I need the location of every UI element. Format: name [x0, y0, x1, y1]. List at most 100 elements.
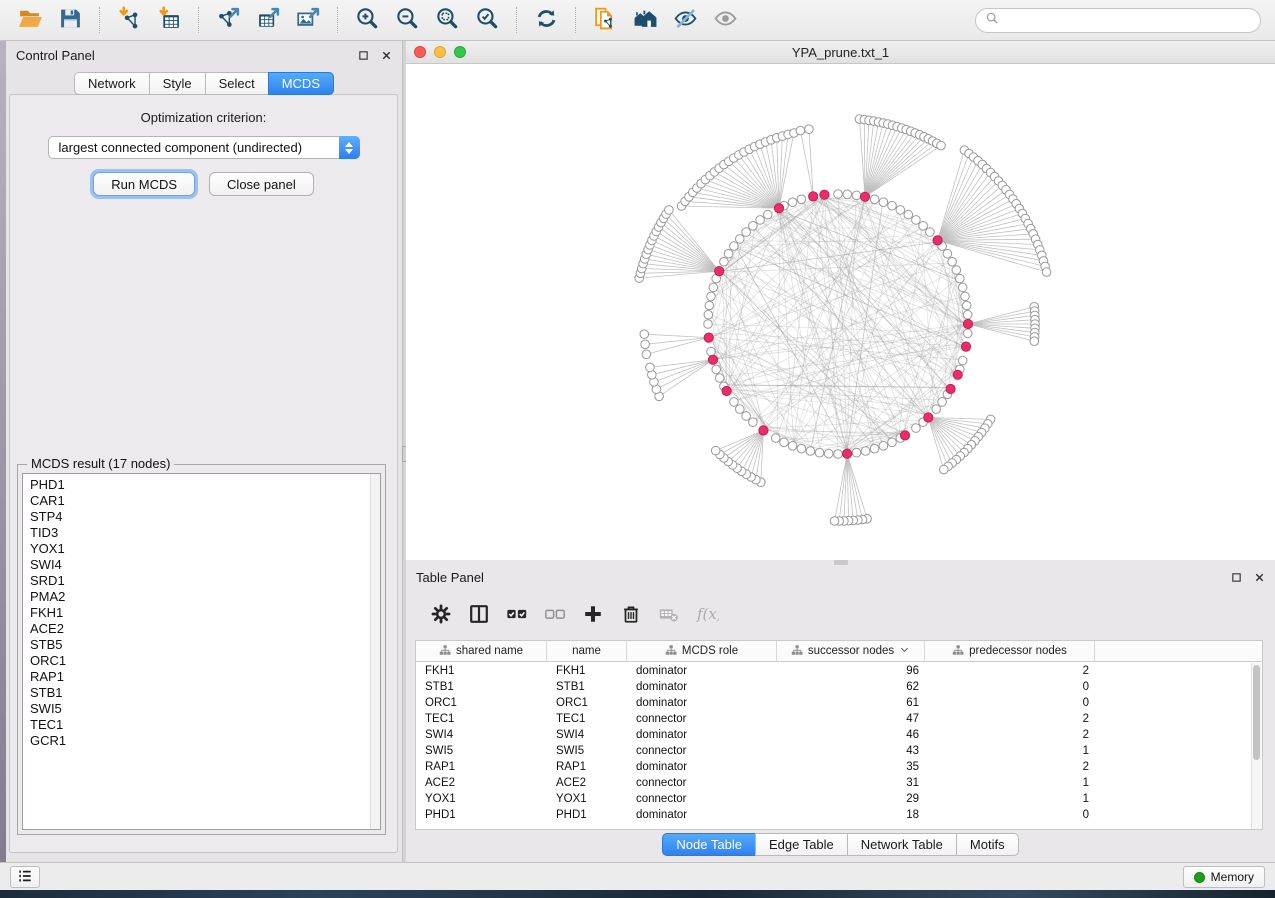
- table-row[interactable]: SWI5SWI5connector431: [416, 743, 1251, 759]
- table-cell: 0: [925, 809, 1095, 821]
- mcds-result-item[interactable]: RAP1: [30, 669, 380, 685]
- zoom-selected-button[interactable]: [472, 5, 502, 35]
- mcds-result-item[interactable]: GCR1: [30, 733, 380, 749]
- table-row[interactable]: PHD1PHD1dominator180: [416, 807, 1251, 823]
- table-cell: YOX1: [416, 793, 547, 805]
- columns-button[interactable]: [464, 600, 494, 630]
- mcds-list-scrollbar[interactable]: [370, 474, 380, 829]
- table-row[interactable]: FKH1FKH1dominator962: [416, 663, 1251, 679]
- table-row[interactable]: STB1STB1dominator620: [416, 679, 1251, 695]
- zoom-fit-button[interactable]: [432, 5, 462, 35]
- mcds-result-item[interactable]: SWI5: [30, 701, 380, 717]
- table-scrollbar[interactable]: [1251, 663, 1262, 829]
- criterion-dropdown[interactable]: largest connected component (undirected): [48, 136, 360, 159]
- home-button[interactable]: [630, 5, 660, 35]
- toolbar-separator: [99, 7, 100, 33]
- column-header-predecessor-nodes[interactable]: predecessor nodes: [925, 641, 1095, 661]
- select-all-button[interactable]: [502, 600, 532, 630]
- scrollbar-thumb[interactable]: [1253, 665, 1260, 760]
- add-row-button[interactable]: [578, 600, 608, 630]
- network-graph[interactable]: [406, 65, 1275, 559]
- table-cell: dominator: [627, 665, 777, 677]
- deselect-all-button[interactable]: [540, 600, 570, 630]
- maximize-window-button[interactable]: [454, 46, 466, 58]
- delete-table-button[interactable]: [654, 600, 684, 630]
- column-label: successor nodes: [808, 645, 894, 657]
- select-all-icon: [506, 603, 528, 628]
- gear-button[interactable]: [426, 600, 456, 630]
- tab-node-table[interactable]: Node Table: [662, 833, 756, 856]
- table-row[interactable]: ORC1ORC1dominator610: [416, 695, 1251, 711]
- export-network-button[interactable]: [213, 5, 243, 35]
- table-row[interactable]: ACE2ACE2connector311: [416, 775, 1251, 791]
- close-mcds-panel-button[interactable]: Close panel: [209, 172, 314, 196]
- zoom-out-button[interactable]: [392, 5, 422, 35]
- search-box[interactable]: [975, 8, 1261, 33]
- import-network-button[interactable]: [114, 5, 144, 35]
- toolbar-separator: [198, 7, 199, 33]
- mcds-result-item[interactable]: FKH1: [30, 605, 380, 621]
- column-header-name[interactable]: name: [547, 641, 627, 661]
- run-mcds-button[interactable]: Run MCDS: [93, 172, 195, 196]
- mcds-result-list[interactable]: PHD1CAR1STP4TID3YOX1SWI4SRD1PMA2FKH1ACE2…: [22, 473, 381, 830]
- toolbar-icon-groups: [0, 5, 745, 35]
- export-image-button[interactable]: [293, 5, 323, 35]
- tab-edge-table[interactable]: Edge Table: [755, 833, 848, 856]
- mcds-result-item[interactable]: STB1: [30, 685, 380, 701]
- column-header-mcds-role[interactable]: MCDS role: [627, 641, 777, 661]
- main-toolbar: [0, 0, 1275, 41]
- hide-details-button[interactable]: [670, 5, 700, 35]
- clone-network-button[interactable]: [590, 5, 620, 35]
- delete-row-button[interactable]: [616, 600, 646, 630]
- function-icon: f(x): [695, 602, 719, 629]
- minimize-window-button[interactable]: [434, 46, 446, 58]
- tab-motifs[interactable]: Motifs: [956, 833, 1019, 856]
- mcds-result-item[interactable]: PMA2: [30, 589, 380, 605]
- close-window-button[interactable]: [414, 46, 426, 58]
- tab-select[interactable]: Select: [205, 72, 269, 95]
- mcds-result-item[interactable]: YOX1: [30, 541, 380, 557]
- mcds-result-item[interactable]: ORC1: [30, 653, 380, 669]
- table-row[interactable]: SWI4SWI4dominator462: [416, 727, 1251, 743]
- table-cell: ACE2: [547, 777, 627, 789]
- float-table-panel-button[interactable]: [1231, 572, 1242, 583]
- export-table-button[interactable]: [253, 5, 283, 35]
- chevron-down-icon: [899, 644, 910, 658]
- task-history-button[interactable]: [10, 866, 40, 888]
- memory-button[interactable]: Memory: [1183, 866, 1265, 888]
- zoom-in-button[interactable]: [352, 5, 382, 35]
- float-control-panel-button[interactable]: [358, 50, 369, 61]
- mcds-result-item[interactable]: TEC1: [30, 717, 380, 733]
- function-button[interactable]: f(x): [692, 600, 722, 630]
- column-header-successor-nodes[interactable]: successor nodes: [777, 641, 925, 661]
- mcds-result-item[interactable]: STP4: [30, 509, 380, 525]
- mcds-result-item[interactable]: SRD1: [30, 573, 380, 589]
- delete-table-icon: [658, 603, 680, 628]
- open-file-button[interactable]: [15, 5, 45, 35]
- table-row[interactable]: YOX1YOX1connector291: [416, 791, 1251, 807]
- column-label: name: [572, 645, 601, 657]
- refresh-icon: [534, 6, 559, 34]
- table-row[interactable]: RAP1RAP1dominator352: [416, 759, 1251, 775]
- refresh-button[interactable]: [531, 5, 561, 35]
- network-canvas[interactable]: [406, 65, 1275, 560]
- mcds-result-item[interactable]: STB5: [30, 637, 380, 653]
- show-details-button[interactable]: [710, 5, 740, 35]
- close-control-panel-button[interactable]: [381, 50, 392, 61]
- mcds-button-row: Run MCDS Close panel: [10, 172, 397, 196]
- mcds-result-item[interactable]: CAR1: [30, 493, 380, 509]
- mcds-result-item[interactable]: TID3: [30, 525, 380, 541]
- search-input[interactable]: [1005, 12, 1251, 28]
- tab-style[interactable]: Style: [149, 72, 206, 95]
- import-table-button[interactable]: [154, 5, 184, 35]
- column-header-shared-name[interactable]: shared name: [416, 641, 547, 661]
- table-row[interactable]: TEC1TEC1connector472: [416, 711, 1251, 727]
- close-table-panel-button[interactable]: [1254, 572, 1265, 583]
- tab-network-table[interactable]: Network Table: [847, 833, 957, 856]
- mcds-result-item[interactable]: SWI4: [30, 557, 380, 573]
- save-session-button[interactable]: [55, 5, 85, 35]
- mcds-result-item[interactable]: PHD1: [30, 477, 380, 493]
- tab-mcds[interactable]: MCDS: [268, 72, 334, 95]
- mcds-result-item[interactable]: ACE2: [30, 621, 380, 637]
- tab-network[interactable]: Network: [74, 72, 150, 95]
